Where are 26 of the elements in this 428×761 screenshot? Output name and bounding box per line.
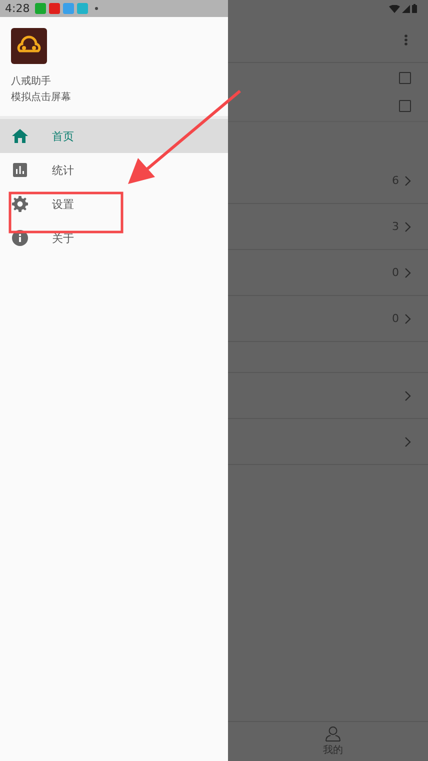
home-icon: [12, 129, 28, 143]
drawer-menu-item[interactable]: 统计: [0, 153, 228, 187]
chevron-right-icon[interactable]: [405, 390, 411, 400]
status-time: 4:28: [5, 2, 30, 15]
info-icon: [12, 230, 28, 246]
drawer-menu-item[interactable]: 首页: [0, 119, 228, 153]
settings-icon: [12, 196, 28, 212]
drawer-menu-item[interactable]: 关于: [0, 221, 228, 255]
bar-chart-icon: [12, 163, 28, 177]
chevron-right-icon[interactable]: [405, 436, 411, 446]
battery-icon: [412, 4, 417, 13]
app-subtitle: 模拟点击屏幕: [11, 90, 72, 105]
drawer-menu-item[interactable]: 设置: [0, 187, 228, 221]
chevron-right-icon[interactable]: [405, 314, 411, 324]
chevron-right-icon[interactable]: [405, 268, 411, 278]
checkbox[interactable]: [399, 100, 411, 112]
app-logo-icon: [11, 28, 47, 64]
more-notifications-icon: [94, 7, 98, 10]
more-options-icon[interactable]: [404, 34, 408, 46]
signal-icon: [402, 4, 410, 12]
chevron-right-icon[interactable]: [405, 222, 411, 232]
app-name: 八戒助手: [11, 74, 52, 89]
chevron-right-icon[interactable]: [405, 176, 411, 186]
wifi-icon: [389, 4, 400, 12]
person-icon: [325, 726, 341, 742]
checkbox[interactable]: [399, 72, 411, 84]
